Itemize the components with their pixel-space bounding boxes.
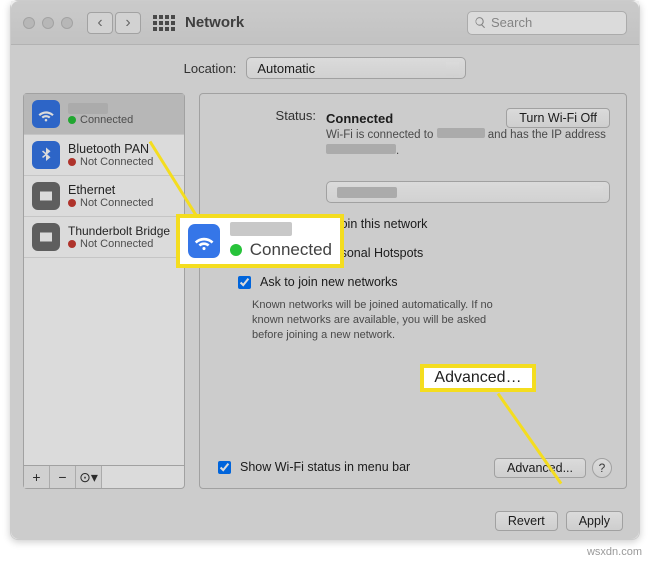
join-note: Known networks will be joined automatica… [252, 298, 512, 343]
attribution: wsxdn.com [587, 546, 642, 558]
sidebar-item-status: Not Connected [68, 156, 153, 168]
sidebar-item-name [68, 103, 108, 114]
sidebar-footer: + − ⊙▾ [24, 465, 184, 488]
advanced-button[interactable]: Advanced... [494, 458, 586, 478]
location-dropdown[interactable]: Automatic ▲▼ [246, 57, 466, 79]
sidebar-item-name: Ethernet [68, 183, 153, 197]
sidebar-item-ethernet[interactable]: Ethernet Not Connected [24, 176, 184, 217]
bluetooth-icon [32, 141, 60, 169]
apply-button[interactable]: Apply [566, 511, 623, 531]
chevron-updown-icon: ▲▼ [449, 61, 458, 77]
service-actions-button[interactable]: ⊙▾ [76, 466, 102, 488]
status-value: Connected [326, 111, 393, 126]
titlebar: ‹ › Network Search [11, 1, 639, 45]
network-name-value [337, 187, 397, 198]
sidebar-item-thunderbolt[interactable]: Thunderbolt Bridge Not Connected [24, 217, 184, 258]
remove-service-button[interactable]: − [50, 466, 76, 488]
minimize-icon[interactable] [42, 17, 54, 29]
ask-new-checkbox[interactable]: Ask to join new networks [234, 275, 610, 292]
revert-button[interactable]: Revert [495, 511, 558, 531]
window-controls [23, 17, 73, 29]
add-service-button[interactable]: + [24, 466, 50, 488]
turn-wifi-off-button[interactable]: Turn Wi-Fi Off [506, 108, 610, 128]
wifi-icon [32, 100, 60, 128]
status-description: Wi-Fi is connected to and has the IP add… [326, 128, 610, 159]
sidebar-item-wifi[interactable]: Connected [24, 94, 184, 135]
ethernet-icon [32, 182, 60, 210]
show-menubar-checkbox[interactable]: Show Wi-Fi status in menu bar [214, 460, 410, 477]
status-dot-icon [68, 240, 76, 248]
status-label: Status: [216, 108, 316, 159]
sidebar-item-status: Not Connected [68, 197, 153, 209]
search-input[interactable]: Search [467, 11, 627, 35]
grid-icon[interactable] [153, 12, 175, 34]
sidebar-item-status: Connected [68, 114, 133, 126]
zoom-icon[interactable] [61, 17, 73, 29]
window-title: Network [185, 14, 244, 31]
thunderbolt-icon [32, 223, 60, 251]
close-icon[interactable] [23, 17, 35, 29]
back-button[interactable]: ‹ [87, 12, 113, 34]
status-dot-icon [68, 116, 76, 124]
location-value: Automatic [257, 61, 315, 76]
network-name-dropdown[interactable]: ▲▼ [326, 181, 610, 203]
search-icon [474, 16, 487, 29]
auto-join-checkbox[interactable]: Automatically join this network [234, 217, 610, 234]
status-dot-icon [68, 158, 76, 166]
sidebar-item-status: Not Connected [68, 238, 170, 250]
forward-button[interactable]: › [115, 12, 141, 34]
service-list: Connected Bluetooth PAN Not Connected Et… [23, 93, 185, 489]
help-button[interactable]: ? [592, 458, 612, 478]
search-placeholder: Search [491, 15, 532, 30]
chevron-updown-icon: ▲▼ [593, 185, 602, 201]
sidebar-item-name: Thunderbolt Bridge [68, 224, 170, 238]
location-label: Location: [184, 61, 237, 76]
detail-panel: Status: Connected Turn Wi-Fi Off Wi-Fi i… [199, 93, 627, 489]
status-dot-icon [68, 199, 76, 207]
sidebar-item-name: Bluetooth PAN [68, 142, 153, 156]
ask-hotspot-checkbox[interactable]: Ask to join Personal Hotspots [234, 246, 610, 263]
